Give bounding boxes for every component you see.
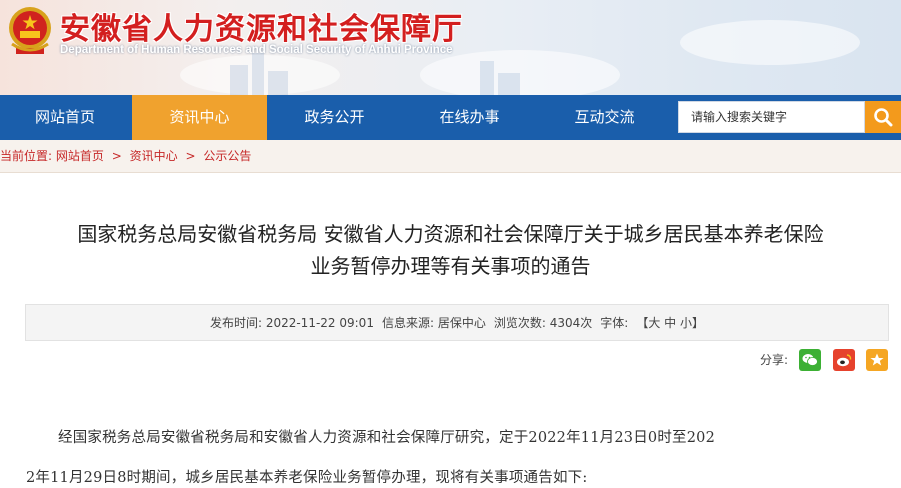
star-icon [870, 353, 884, 366]
search-input[interactable]: 请输入搜索关键字 [678, 101, 865, 133]
site-subtitle: Department of Human Resources and Social… [60, 44, 453, 56]
header-building [252, 53, 264, 95]
views-label: 浏览次数: [493, 316, 546, 330]
source-value: 居保中心 [437, 316, 486, 330]
breadcrumb-link-announcements[interactable]: 公示公告 [203, 149, 251, 163]
breadcrumb-separator: > [111, 149, 122, 163]
nav-item-news[interactable]: 资讯中心 [132, 95, 267, 140]
search-icon [874, 108, 893, 127]
header-building [498, 73, 520, 95]
breadcrumb-link-news[interactable]: 资讯中心 [130, 149, 178, 163]
source-label: 信息来源: [381, 316, 434, 330]
article-title-line: 国家税务总局安徽省税务局 安徽省人力资源和社会保障厅关于城乡居民基本养老保险 [77, 222, 824, 246]
header-building [268, 71, 288, 95]
article-body-text: 2年11月29日8时期间，城乡居民基本养老保险业务暂停办理，现将有关事项通告如下… [26, 470, 588, 486]
site-header: 安徽省人力资源和社会保障厅 Department of Human Resour… [0, 0, 901, 95]
breadcrumb-prefix: 当前位置: [0, 149, 53, 163]
header-building [230, 65, 248, 95]
header-building [480, 61, 494, 95]
nav-item-interaction[interactable]: 互动交流 [537, 95, 672, 140]
share-label: 分享: [760, 353, 789, 367]
nav-item-online-services[interactable]: 在线办事 [402, 95, 537, 140]
header-cloud [680, 20, 860, 65]
views-count: 4304次 [549, 316, 593, 330]
breadcrumb-link-home[interactable]: 网站首页 [56, 149, 104, 163]
article-body-line: 经国家税务总局安徽省税务局和安徽省人力资源和社会保障厅研究，定于2022年11月… [26, 426, 892, 447]
breadcrumb: 当前位置: 网站首页 > 资讯中心 > 公示公告 [0, 140, 901, 173]
site-title: 安徽省人力资源和社会保障厅 [60, 12, 463, 47]
nav-item-government-affairs[interactable]: 政务公开 [267, 95, 402, 140]
article-meta: 发布时间: 2022-11-22 09:01 信息来源: 居保中心 浏览次数: 43… [25, 304, 889, 341]
weibo-icon [837, 354, 852, 367]
font-bracket-open: 【 [636, 316, 649, 330]
publish-time: 2022-11-22 09:01 [265, 316, 374, 330]
font-size-label: 字体: [600, 316, 629, 330]
wechat-icon [802, 354, 818, 366]
search-button[interactable] [865, 101, 901, 133]
font-size-small[interactable]: 小 [680, 316, 692, 330]
nav-item-home[interactable]: 网站首页 [0, 95, 130, 140]
share-wechat-button[interactable] [799, 349, 821, 371]
article-body-line: 2年11月29日8时期间，城乡居民基本养老保险业务暂停办理，现将有关事项通告如下… [26, 466, 892, 487]
header-cloud [420, 50, 620, 95]
article-title-line: 业务暂停办理等有关事项的通告 [310, 254, 591, 278]
national-emblem-icon [9, 7, 51, 54]
font-bracket-close: 】 [692, 316, 705, 330]
font-size-large[interactable]: 大 [648, 316, 660, 330]
article-title: 国家税务总局安徽省税务局 安徽省人力资源和社会保障厅关于城乡居民基本养老保险 业… [20, 218, 881, 282]
font-size-medium[interactable]: 中 [664, 316, 676, 330]
share-weibo-button[interactable] [833, 349, 855, 371]
breadcrumb-separator: > [185, 149, 196, 163]
article-body-text: 经国家税务总局安徽省税务局和安徽省人力资源和社会保障厅研究，定于2022年11月… [58, 430, 716, 446]
add-favorite-button[interactable] [866, 349, 888, 371]
publish-time-label: 发布时间: [209, 316, 262, 330]
